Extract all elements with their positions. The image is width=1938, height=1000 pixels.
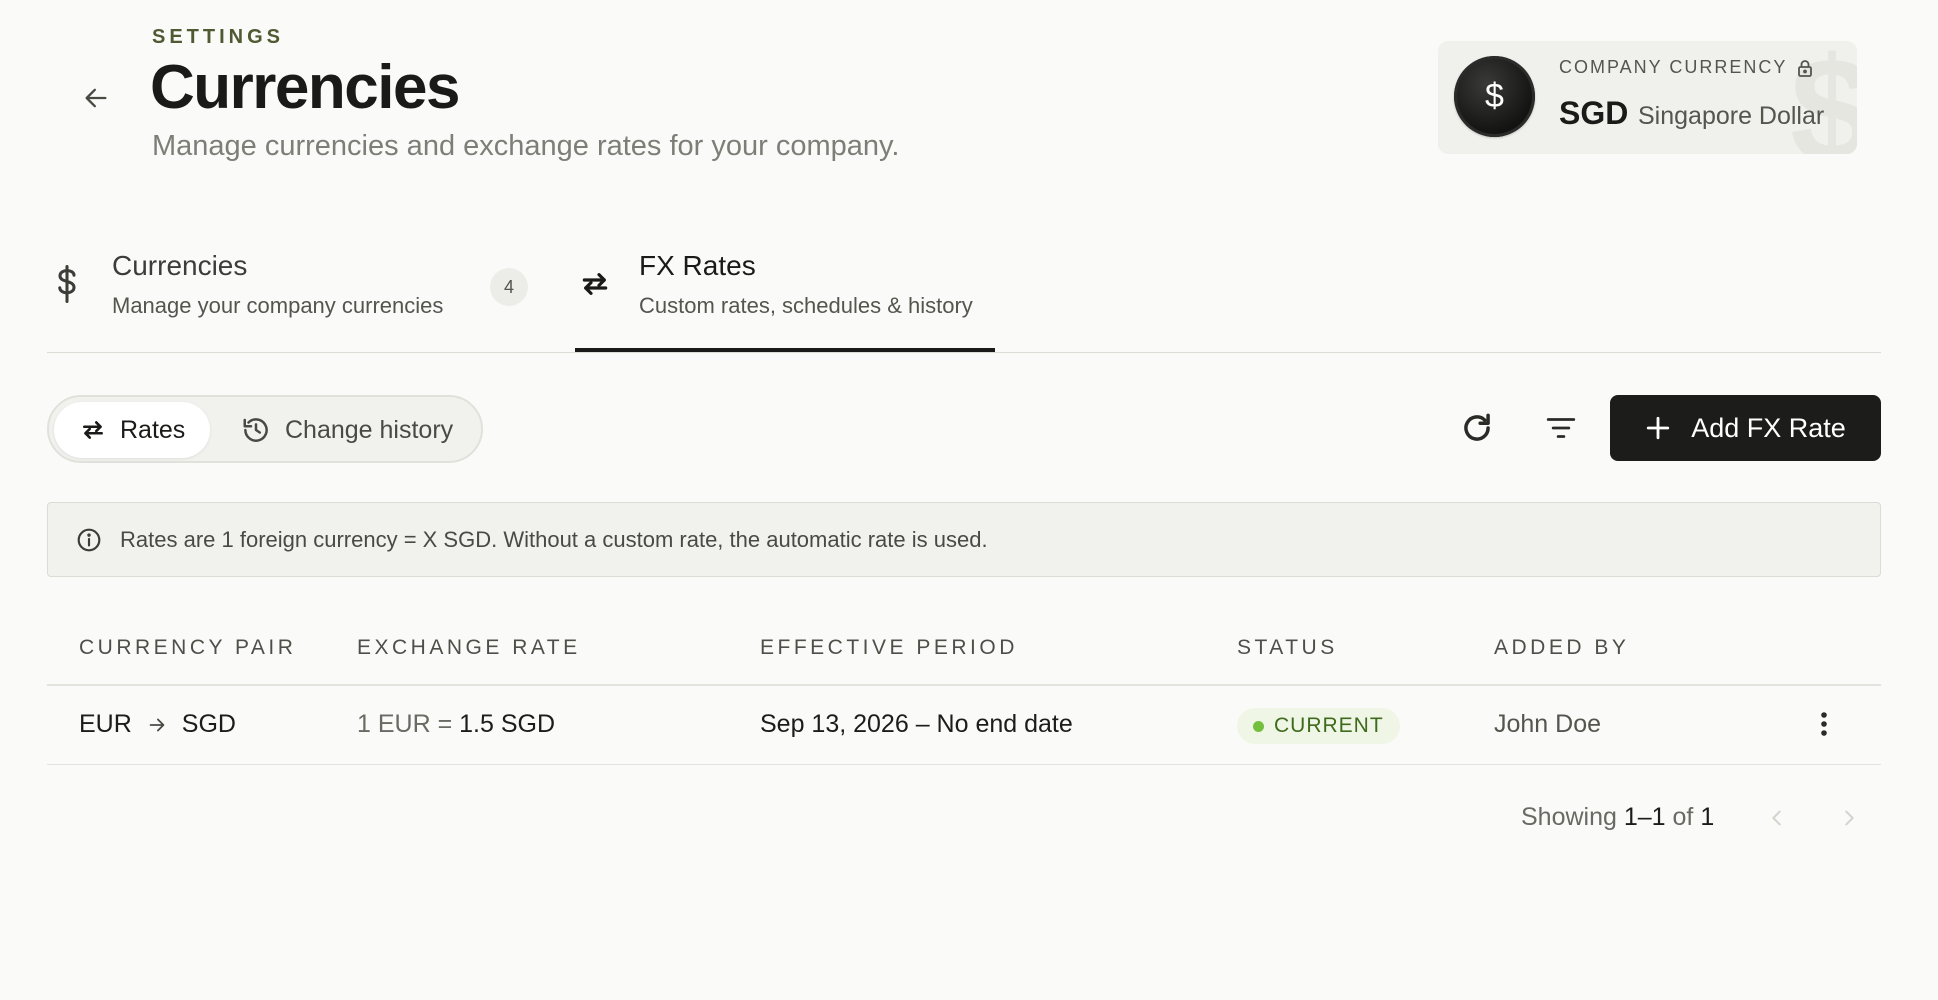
segment-label: Rates bbox=[120, 415, 186, 444]
chevron-right-icon bbox=[1838, 807, 1860, 829]
to-currency: SGD bbox=[181, 710, 236, 738]
currency-pair: EUR SGD bbox=[79, 710, 236, 739]
count-badge: 4 bbox=[490, 268, 528, 306]
info-banner: Rates are 1 foreign currency = X SGD. Wi… bbox=[47, 502, 1881, 577]
more-vertical-icon bbox=[1820, 711, 1828, 737]
segment-rates[interactable]: Rates bbox=[54, 402, 210, 458]
dollar-icon bbox=[47, 264, 87, 304]
tab-fx-rates[interactable]: FX Rates Custom rates, schedules & histo… bbox=[575, 240, 995, 352]
tab-currencies[interactable]: Currencies Manage your company currencie… bbox=[47, 240, 533, 352]
swap-arrows-icon bbox=[80, 417, 106, 443]
info-icon bbox=[76, 527, 102, 553]
next-page-button[interactable] bbox=[1829, 798, 1869, 838]
status-dot-icon bbox=[1253, 720, 1264, 732]
segment-label: Change history bbox=[285, 415, 454, 444]
previous-page-button[interactable] bbox=[1757, 798, 1797, 838]
refresh-icon bbox=[1458, 409, 1496, 447]
add-fx-rate-button[interactable]: Add FX Rate bbox=[1610, 395, 1881, 461]
arrow-right-icon bbox=[146, 714, 168, 736]
rate-value: 1.5 SGD bbox=[459, 710, 555, 738]
filter-icon bbox=[1544, 411, 1578, 445]
column-header-added-by[interactable]: ADDED BY bbox=[1494, 636, 1629, 660]
page-subtitle: Manage currencies and exchange rates for… bbox=[152, 130, 900, 162]
added-by: John Doe bbox=[1494, 710, 1602, 738]
chevron-left-icon bbox=[1766, 807, 1788, 829]
row-actions-button[interactable] bbox=[1806, 706, 1842, 742]
column-header-status[interactable]: STATUS bbox=[1237, 636, 1338, 660]
status-label: CURRENT bbox=[1274, 714, 1384, 737]
active-tab-indicator bbox=[575, 348, 995, 352]
pagination-summary: Showing 1–1 of 1 bbox=[1521, 803, 1715, 831]
view-switcher: Rates Change history bbox=[47, 395, 483, 463]
from-currency: EUR bbox=[79, 710, 132, 738]
tab-description: Manage your company currencies bbox=[112, 293, 444, 318]
page-eyebrow: SETTINGS bbox=[152, 26, 285, 48]
arrow-left-icon bbox=[82, 84, 110, 112]
filter-button[interactable] bbox=[1535, 402, 1587, 454]
tab-title: Currencies bbox=[112, 250, 248, 281]
tab-description: Custom rates, schedules & history bbox=[639, 293, 973, 318]
company-currency-card: $ $ COMPANY CURRENCY SGD Singapore Dolla… bbox=[1438, 41, 1857, 154]
column-header-currency-pair[interactable]: CURRENCY PAIR bbox=[79, 636, 296, 660]
swap-arrows-icon bbox=[575, 264, 615, 304]
lock-icon bbox=[1797, 59, 1813, 77]
status-badge: CURRENT bbox=[1237, 708, 1400, 744]
plus-icon bbox=[1645, 415, 1671, 441]
add-fx-rate-label: Add FX Rate bbox=[1691, 412, 1846, 443]
back-button[interactable] bbox=[78, 80, 114, 116]
exchange-rate: 1 EUR = 1.5 SGD bbox=[357, 710, 555, 739]
history-icon bbox=[241, 415, 271, 445]
company-currency-code: SGD bbox=[1559, 95, 1629, 131]
currency-coin-icon: $ bbox=[1454, 56, 1535, 137]
column-header-exchange-rate[interactable]: EXCHANGE RATE bbox=[357, 636, 581, 660]
refresh-button[interactable] bbox=[1451, 402, 1503, 454]
tabs-divider bbox=[47, 352, 1881, 353]
company-currency-name: Singapore Dollar bbox=[1638, 102, 1825, 130]
rate-prefix: 1 EUR = bbox=[357, 710, 460, 738]
effective-period: Sep 13, 2026 – No end date bbox=[760, 710, 1073, 738]
table-row-divider bbox=[47, 764, 1881, 765]
company-currency-label: COMPANY CURRENCY bbox=[1559, 57, 1813, 78]
page-title: Currencies bbox=[150, 53, 460, 122]
column-header-effective-period[interactable]: EFFECTIVE PERIOD bbox=[760, 636, 1018, 660]
segment-change-history[interactable]: Change history bbox=[227, 402, 479, 458]
tab-title: FX Rates bbox=[639, 250, 756, 281]
info-banner-text: Rates are 1 foreign currency = X SGD. Wi… bbox=[120, 526, 988, 552]
